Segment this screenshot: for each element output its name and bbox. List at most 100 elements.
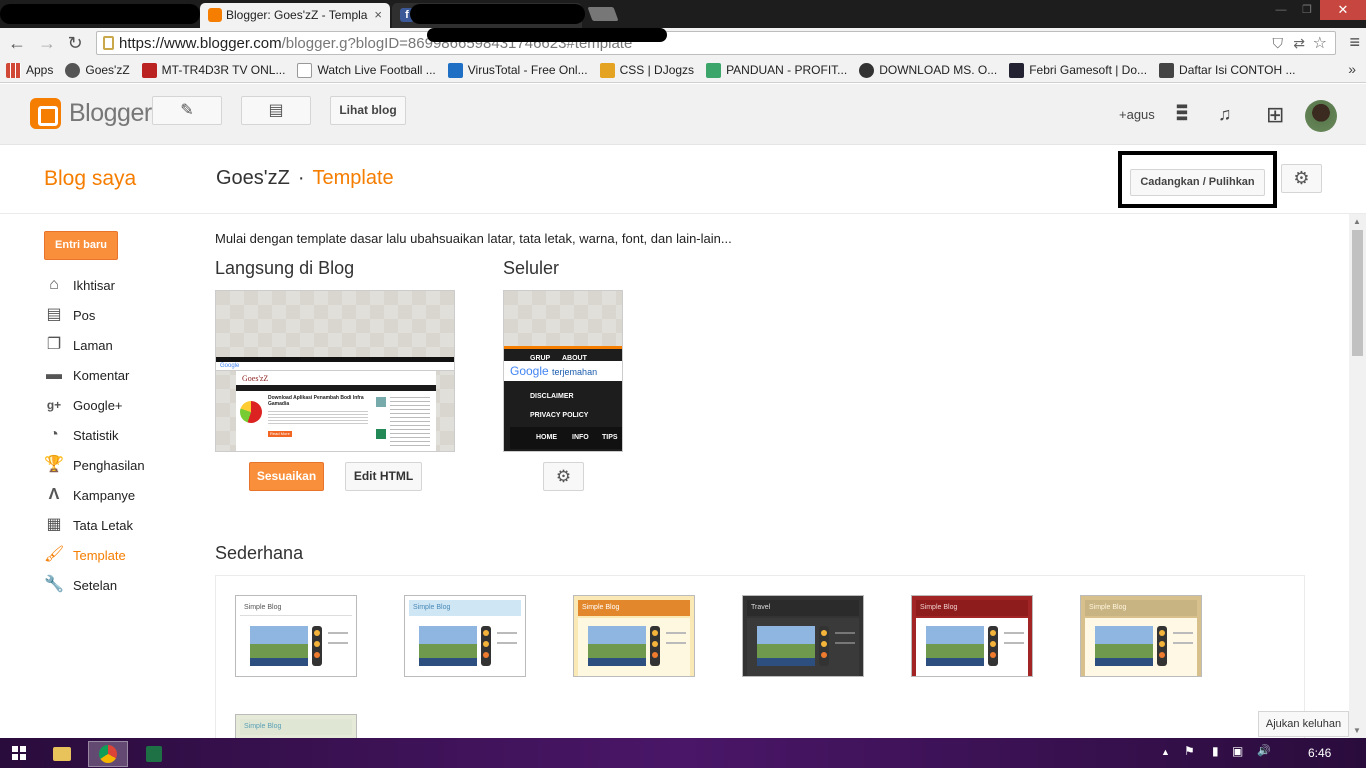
action-center-flag-icon[interactable]: ⚑ [1184, 744, 1195, 758]
back-button[interactable]: ← [6, 32, 28, 54]
close-window-button[interactable]: ✕ [1320, 0, 1366, 20]
theme-title: Simple Blog [409, 600, 521, 616]
bookmark-download-ms[interactable]: DOWNLOAD MS. O... [859, 62, 997, 78]
customize-button[interactable]: Sesuaikan [249, 462, 324, 491]
maximize-button[interactable]: ❐ [1294, 0, 1320, 20]
scrollbar-thumb[interactable] [1352, 230, 1363, 356]
bookmark-mt-trader[interactable]: MT-TR4D3R TV ONL... [141, 62, 285, 78]
sidebar-item-label: Pos [73, 307, 96, 323]
chrome-taskbar-icon[interactable] [88, 741, 128, 767]
star-icon[interactable]: ☆ [1313, 33, 1327, 53]
view-blog-button[interactable]: Lihat blog [330, 96, 406, 125]
simple-theme-thumb[interactable]: Simple Blog [573, 595, 695, 677]
bookmark-virustotal[interactable]: VirusTotal - Free Onl... [447, 62, 588, 78]
theme-line [497, 642, 517, 644]
google-plus-user-link[interactable]: +agus [1119, 107, 1155, 122]
sidebar-item-campaigns[interactable]: Λ Kampanye [44, 480, 145, 510]
scroll-down-icon[interactable]: ▼ [1353, 726, 1361, 735]
blogger-logo[interactable]: Blogger [30, 98, 152, 129]
windows-start-icon[interactable] [12, 746, 26, 760]
bookmark-panduan[interactable]: PANDUAN - PROFIT... [706, 62, 847, 78]
tab-title: Blogger: Goes'zZ - Templa [226, 8, 368, 22]
my-blogs-link[interactable]: Blog saya [44, 167, 136, 191]
simple-theme-thumb[interactable]: Simple Blog [235, 595, 357, 677]
avatar[interactable] [1305, 100, 1337, 132]
sidebar-item-stats[interactable]: ◔ Statistik [44, 420, 145, 450]
theme-title: Simple Blog [1085, 600, 1197, 616]
feedback-button[interactable]: Ajukan keluhan [1258, 711, 1349, 737]
simple-theme-thumb[interactable]: Travel [742, 595, 864, 677]
theme-line [1173, 642, 1193, 644]
simple-theme-thumb[interactable]: Simple Blog [404, 595, 526, 677]
battery-icon[interactable]: ▮ [1212, 744, 1219, 758]
posts-list-button[interactable]: ▤ [241, 96, 311, 125]
minimize-button[interactable]: — [1268, 0, 1294, 20]
tray-show-hidden-icon[interactable]: ▲ [1161, 747, 1170, 757]
bookmark-football[interactable]: Watch Live Football ... [297, 62, 436, 78]
bookmark-favicon-icon [859, 62, 875, 78]
translate-icon[interactable]: ⇄ [1293, 35, 1305, 52]
volume-icon[interactable]: 🔊 [1257, 744, 1271, 757]
sidebar-item-comments[interactable]: ▬ Komentar [44, 360, 145, 390]
pie-chart-icon: ◔ [49, 426, 59, 443]
sidebar-item-label: Template [73, 547, 126, 563]
new-tab-button[interactable] [587, 7, 619, 21]
page-icon [297, 62, 313, 78]
network-icon[interactable]: ▣ [1232, 744, 1243, 758]
bookmark-apps[interactable]: Apps [6, 62, 53, 78]
theme-line [666, 632, 686, 634]
mobile-nav-info: INFO [572, 434, 589, 441]
start-tile [12, 746, 18, 752]
bookmark-goeszz[interactable]: Goes'zZ [65, 62, 130, 78]
mobile-settings-button[interactable]: ⚙ [543, 462, 584, 491]
bookmarks-overflow-icon[interactable]: » [1348, 61, 1356, 77]
sidebar-item-settings[interactable]: 🔧 Setelan [44, 570, 145, 600]
windows-taskbar: ▲ ⚑ ▮ ▣ 🔊 6:46 [0, 738, 1366, 768]
theme-line [666, 642, 686, 644]
sidebar-item-overview[interactable]: ⌂ Ikhtisar [44, 270, 145, 300]
theme-line [1173, 632, 1193, 634]
sidebar-item-pages[interactable]: ❐ Laman [44, 330, 145, 360]
blog-name-breadcrumb[interactable]: Goes'zZ [216, 167, 290, 189]
reload-button[interactable]: ↻ [64, 32, 86, 54]
sidebar-nav: ⌂ Ikhtisar ▤ Pos ❐ Laman ▬ Komentar g+ Google… [44, 270, 145, 600]
forward-button[interactable]: → [36, 32, 58, 54]
shield-icon[interactable]: ⛉ [1273, 35, 1284, 52]
sidebar-item-template[interactable]: 🖌 Template [44, 540, 145, 570]
theme-line [497, 632, 517, 634]
live-blog-preview[interactable]: Google Goes'zZ Download Aplikasi Penamba… [215, 290, 455, 452]
share-add-icon[interactable]: ⊞ [1266, 102, 1284, 128]
simple-theme-thumb[interactable]: Simple Blog [911, 595, 1033, 677]
chrome-menu-icon[interactable]: ≡ [1349, 32, 1360, 53]
bookmark-css[interactable]: CSS | DJogzs [599, 62, 695, 78]
sidebar-item-earnings[interactable]: 🏆 Penghasilan [44, 450, 145, 480]
bookmark-febri[interactable]: Febri Gamesoft | Do... [1009, 62, 1147, 78]
bookmark-daftar-isi[interactable]: Daftar Isi CONTOH ... [1159, 62, 1296, 78]
bookmark-label: Watch Live Football ... [317, 63, 436, 77]
notifications-bell-icon[interactable]: ♫ [1218, 104, 1232, 125]
mobile-preview[interactable]: GRUP ABOUT Google terjemahan DISCLAIMER … [503, 290, 623, 452]
tab-blogger[interactable]: Blogger: Goes'zZ - Templa × [200, 3, 390, 28]
sidebar-item-posts[interactable]: ▤ Pos [44, 300, 145, 330]
edit-html-button[interactable]: Edit HTML [345, 462, 422, 491]
page-scrollbar[interactable]: ▲ ▼ [1349, 214, 1366, 738]
simple-theme-thumb[interactable]: Simple Blog [1080, 595, 1202, 677]
address-bar[interactable]: https://www.blogger.com/blogger.g?blogID… [96, 28, 1336, 55]
settings-gear-button[interactable]: ⚙ [1281, 164, 1322, 193]
sidebar-item-layout[interactable]: ▦ Tata Letak [44, 510, 145, 540]
tab-close-icon[interactable]: × [374, 3, 382, 27]
taskbar-clock[interactable]: 6:46 [1308, 746, 1331, 760]
new-post-pencil-button[interactable]: ✎ [152, 96, 222, 125]
bookmark-label: CSS | DJogzs [619, 63, 695, 77]
simple-templates-panel: Simple Blog Simple Blog Simple Blog Trav… [215, 575, 1305, 746]
new-post-button[interactable]: Entri baru [44, 231, 118, 260]
excel-taskbar-icon[interactable] [134, 741, 174, 767]
mobile-search-brand: Google [510, 364, 549, 378]
scroll-up-icon[interactable]: ▲ [1353, 217, 1361, 226]
redaction-scribble [427, 28, 667, 42]
sidebar-item-google-plus[interactable]: g+ Google+ [44, 390, 145, 420]
backup-restore-button[interactable]: Cadangkan / Pulihkan [1130, 169, 1265, 196]
mobile-nav: HOME INFO TIPS [510, 427, 622, 449]
file-explorer-icon[interactable] [42, 741, 82, 767]
apps-grid-icon[interactable]: ▪▪▪ ▪▪▪ ▪▪▪ [1176, 99, 1196, 126]
